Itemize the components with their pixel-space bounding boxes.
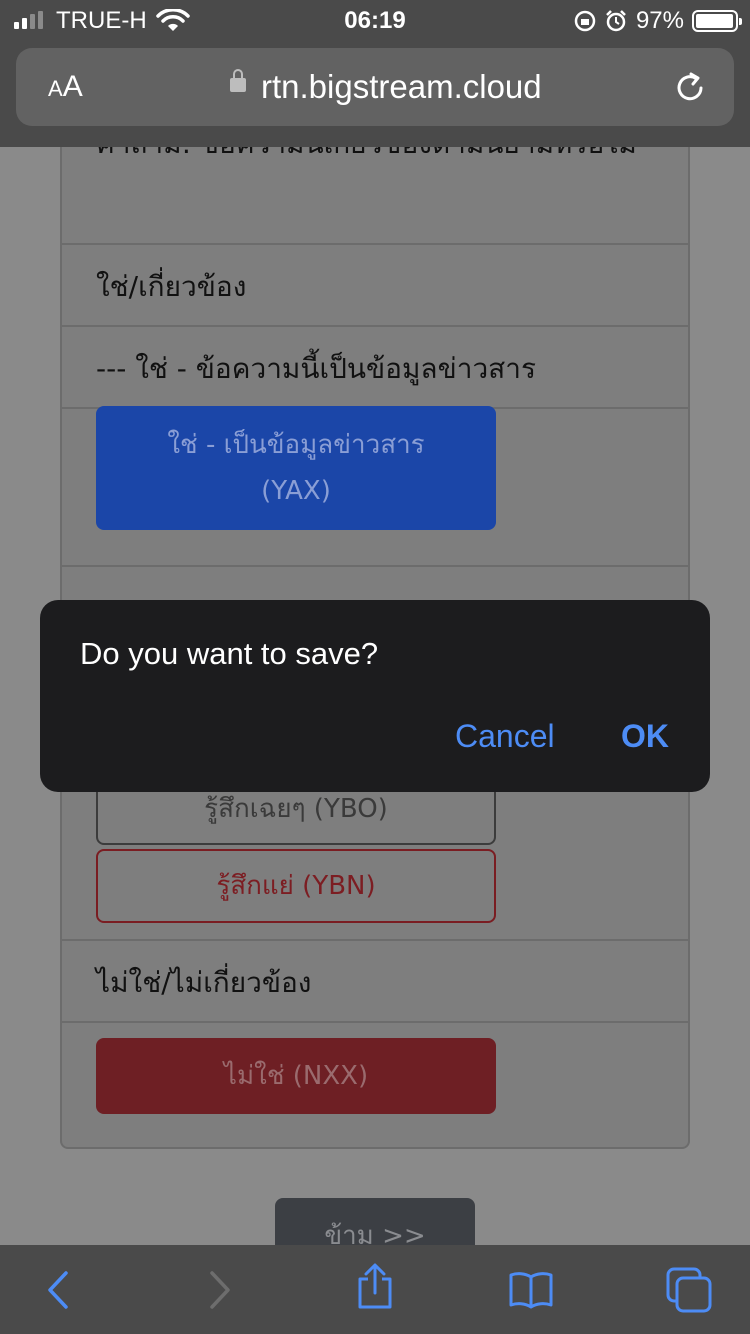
rotation-lock-icon: [574, 10, 596, 32]
save-dialog: Do you want to save? Cancel OK: [40, 600, 710, 792]
info-heading-row: --- ใช่ - ข้อความนี้เป็นข้อมูลข่าวสาร: [62, 327, 688, 409]
text-size-button[interactable]: AA: [48, 70, 83, 104]
dialog-message: Do you want to save?: [80, 636, 379, 671]
skip-button[interactable]: ข้าม >>: [275, 1198, 475, 1245]
lock-icon: [230, 69, 246, 92]
not-relevant-row: ไม่ใช่/ไม่เกี่ยวข้อง: [62, 939, 688, 1023]
ok-button[interactable]: OK: [621, 718, 669, 755]
url-text: rtn.bigstream.cloud: [261, 68, 542, 105]
question-text: คำถาม: ข้อความนี้เกี่ยวข้องตามนิยามหรือไ…: [96, 147, 656, 167]
bookmarks-icon[interactable]: [508, 1267, 554, 1313]
question-row: คำถาม: ข้อความนี้เกี่ยวข้องตามนิยามหรือไ…: [62, 147, 688, 245]
not-relevant-label: ไม่ใช่/ไม่เกี่ยวข้อง: [96, 966, 312, 999]
browser-toolbar: [0, 1245, 750, 1334]
cancel-button[interactable]: Cancel: [455, 718, 555, 755]
info-heading: --- ใช่ - ข้อความนี้เป็นข้อมูลข่าวสาร: [96, 352, 537, 385]
address-bar[interactable]: AA rtn.bigstream.cloud: [16, 48, 734, 126]
browser-address-area: AA rtn.bigstream.cloud: [0, 44, 750, 147]
battery-icon: [692, 10, 742, 32]
share-icon[interactable]: [352, 1263, 398, 1309]
back-icon[interactable]: [36, 1267, 82, 1313]
tabs-icon[interactable]: [666, 1267, 712, 1313]
battery-percent: 97%: [635, 7, 684, 34]
status-bar: TRUE-H 06:19 97%: [0, 0, 750, 44]
yax-button[interactable]: ใช่ - เป็นข้อมูลข่าวสาร (YAX): [96, 406, 496, 530]
reload-icon[interactable]: [672, 70, 708, 106]
relevant-label: ใช่/เกี่ยวข้อง: [96, 270, 247, 303]
forward-icon[interactable]: [196, 1267, 242, 1313]
relevant-row: ใช่/เกี่ยวข้อง: [62, 245, 688, 327]
nxx-button[interactable]: ไม่ใช่ (NXX): [96, 1038, 496, 1114]
alarm-icon: [606, 10, 626, 32]
ybn-button[interactable]: รู้สึกแย่ (YBN): [96, 849, 496, 923]
